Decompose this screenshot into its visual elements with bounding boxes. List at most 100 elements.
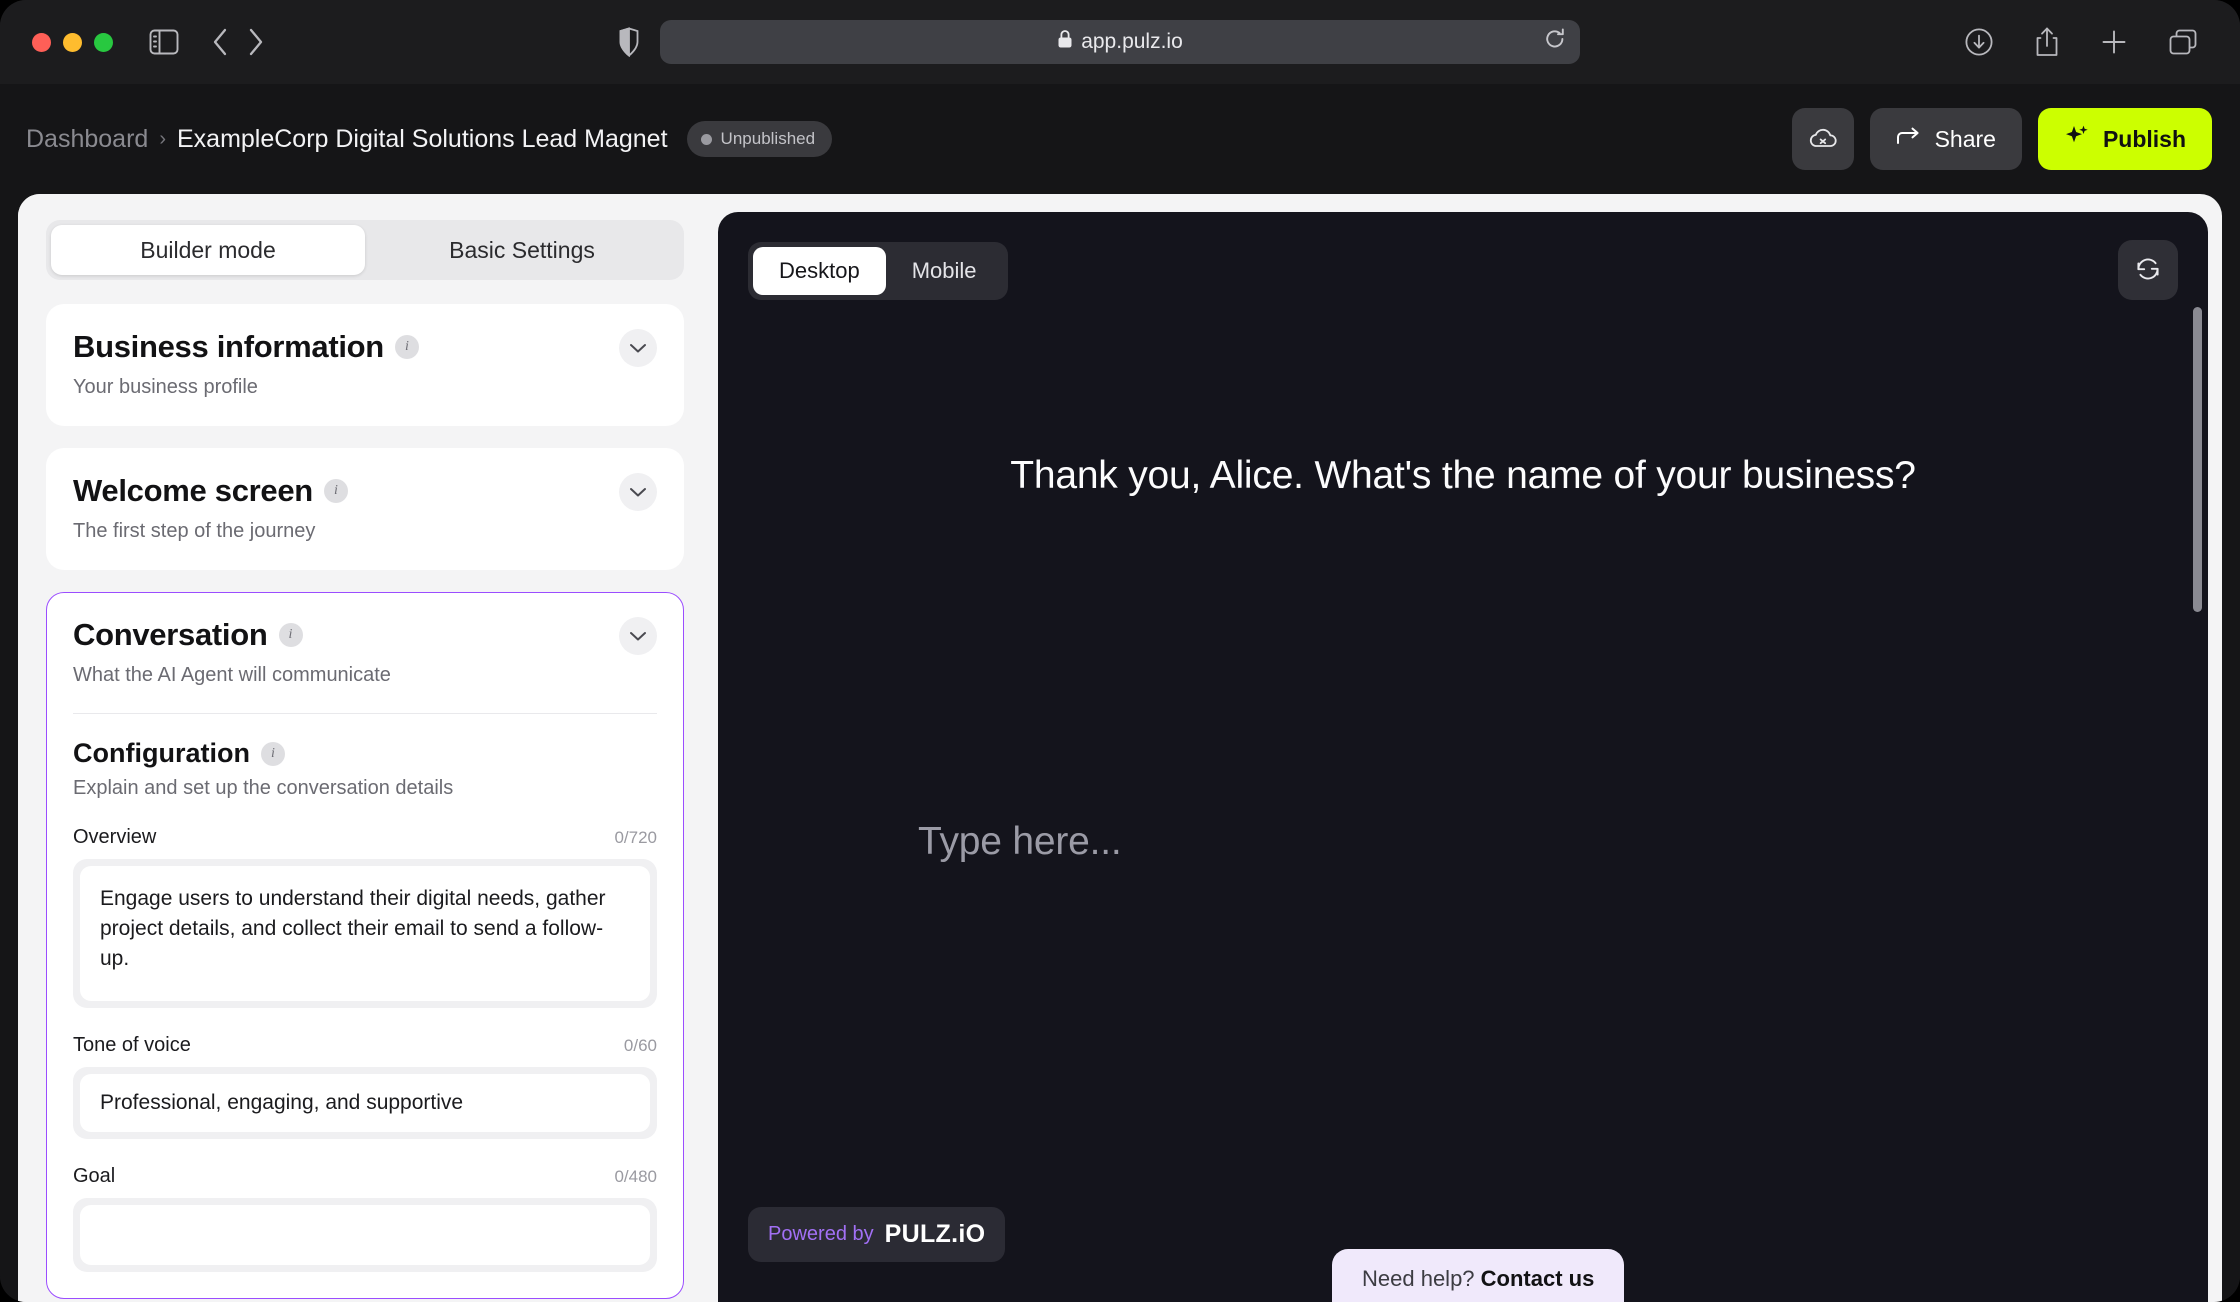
field-box: [73, 1198, 657, 1272]
lock-icon: [1057, 29, 1073, 55]
powered-by-badge[interactable]: Powered by PULZ.iO: [748, 1207, 1006, 1262]
browser-window: app.pulz.io Dashboard › ExampleCorp Digi…: [0, 0, 2240, 1302]
field-label-overview: Overview: [73, 826, 157, 848]
app-header: Dashboard › ExampleCorp Digital Solution…: [0, 84, 2240, 194]
info-icon[interactable]: i: [394, 335, 419, 359]
browser-right-actions: [1964, 26, 2212, 58]
breadcrumb-separator-icon: ›: [159, 127, 166, 150]
arrow-share-icon: [1896, 126, 1922, 153]
header-actions: Share Publish: [1791, 108, 2212, 170]
cloud-off-button[interactable]: [1791, 108, 1854, 170]
downloads-icon[interactable]: [1964, 27, 1994, 57]
powered-by-prefix: Powered by: [768, 1223, 874, 1245]
status-badge-label: Unpublished: [720, 129, 816, 148]
window-traffic-lights: [32, 32, 113, 52]
address-bar-container: app.pulz.io: [660, 20, 1580, 64]
field-label-goal: Goal: [73, 1165, 116, 1187]
card-divider: [73, 713, 657, 714]
card-header: Conversation i: [73, 617, 657, 655]
publish-button[interactable]: Publish: [2037, 108, 2212, 170]
status-dot-icon: [700, 133, 712, 145]
goal-textarea[interactable]: [80, 1205, 650, 1265]
tab-mobile[interactable]: Mobile: [886, 247, 1003, 295]
section-subtitle-configuration: Explain and set up the conversation deta…: [73, 777, 454, 799]
card-title-business-information: Business information: [73, 329, 384, 364]
card-title-welcome-screen: Welcome screen: [73, 473, 313, 508]
cloud-off-icon: [1808, 126, 1838, 153]
chat-input-area[interactable]: Type here...: [718, 820, 2208, 864]
minimize-window-button[interactable]: [63, 32, 82, 52]
info-icon[interactable]: i: [260, 741, 285, 766]
card-title-row: Welcome screen i: [73, 473, 348, 509]
field-header: Tone of voice 0/60: [73, 1034, 657, 1057]
plus-icon[interactable]: [2100, 28, 2128, 56]
device-tab-group: Desktop Mobile: [748, 242, 1008, 300]
builder-cards-scroll-area[interactable]: Business information i Your business pro…: [46, 304, 684, 1302]
field-header: Goal 0/480: [73, 1165, 657, 1188]
field-box: Professional, engaging, and supportive: [73, 1067, 657, 1139]
address-bar[interactable]: app.pulz.io: [660, 20, 1580, 64]
builder-panel: Builder mode Basic Settings Business inf…: [18, 194, 708, 1302]
tab-builder-mode[interactable]: Builder mode: [51, 225, 365, 275]
sparkle-icon: [2064, 123, 2090, 155]
card-conversation[interactable]: Conversation i What the AI Agent will co…: [46, 592, 684, 1299]
field-label-tone-of-voice: Tone of voice: [73, 1034, 191, 1056]
publish-button-label: Publish: [2102, 125, 2186, 152]
tab-desktop[interactable]: Desktop: [753, 247, 886, 295]
restart-preview-button[interactable]: [2118, 240, 2178, 300]
nav-arrows: [209, 26, 267, 58]
chevron-down-icon[interactable]: [619, 329, 657, 367]
url-text: app.pulz.io: [1081, 30, 1183, 53]
tab-basic-settings[interactable]: Basic Settings: [365, 225, 679, 275]
field-counter-goal: 0/480: [614, 1167, 657, 1186]
share-button-label: Share: [1934, 125, 1996, 152]
field-tone-of-voice: Tone of voice 0/60 Professional, engagin…: [73, 1034, 657, 1139]
card-subtitle-business-information: Your business profile: [73, 376, 258, 398]
breadcrumb: Dashboard › ExampleCorp Digital Solution…: [26, 121, 833, 157]
card-subtitle-welcome-screen: The first step of the journey: [73, 520, 316, 542]
reload-icon[interactable]: [1544, 27, 1566, 57]
chevron-down-icon[interactable]: [619, 617, 657, 655]
back-chevron-icon[interactable]: [209, 26, 231, 58]
field-counter-tone-of-voice: 0/60: [623, 1036, 657, 1055]
card-title-row: Business information i: [73, 329, 419, 365]
field-counter-overview: 0/720: [614, 828, 657, 847]
chat-input-placeholder[interactable]: Type here...: [918, 820, 2208, 864]
status-badge: Unpublished: [686, 121, 833, 157]
app-surface: Builder mode Basic Settings Business inf…: [18, 194, 2222, 1302]
card-header: Welcome screen i: [73, 473, 657, 511]
close-window-button[interactable]: [32, 32, 51, 52]
share-button[interactable]: Share: [1869, 108, 2022, 170]
tab-overview-icon[interactable]: [2168, 28, 2198, 56]
preview-scrollbar-thumb[interactable]: [2193, 307, 2202, 612]
tone-of-voice-input[interactable]: Professional, engaging, and supportive: [80, 1074, 650, 1132]
card-header: Business information i: [73, 329, 657, 367]
help-pill[interactable]: Need help? Contact us: [1332, 1249, 1625, 1302]
share-icon[interactable]: [2034, 26, 2060, 58]
info-icon[interactable]: i: [323, 479, 348, 503]
refresh-circle-icon: [2134, 255, 2162, 286]
breadcrumb-current-page: ExampleCorp Digital Solutions Lead Magne…: [176, 124, 668, 153]
field-overview: Overview 0/720 Engage users to understan…: [73, 826, 657, 1008]
info-icon[interactable]: i: [278, 623, 303, 647]
help-prefix-label: Need help?: [1362, 1266, 1481, 1291]
section-title-configuration: Configuration: [73, 738, 250, 768]
maximize-window-button[interactable]: [94, 32, 113, 52]
card-title-conversation: Conversation: [73, 617, 268, 652]
field-box: Engage users to understand their digital…: [73, 859, 657, 1008]
overview-textarea[interactable]: Engage users to understand their digital…: [80, 866, 650, 1001]
chevron-down-icon[interactable]: [619, 473, 657, 511]
configuration-title-row: Configuration i: [73, 738, 657, 769]
forward-chevron-icon[interactable]: [245, 26, 267, 58]
shield-privacy-icon[interactable]: [617, 27, 641, 57]
powered-by-brand: PULZ.iO: [884, 1220, 986, 1248]
preview-stage: Desktop Mobile Thank you, Alice. What's …: [718, 212, 2208, 1302]
card-welcome-screen[interactable]: Welcome screen i The first step of the j…: [46, 448, 684, 570]
contact-us-link[interactable]: Contact us: [1481, 1266, 1595, 1291]
app-body: Builder mode Basic Settings Business inf…: [0, 194, 2240, 1302]
card-business-information[interactable]: Business information i Your business pro…: [46, 304, 684, 426]
breadcrumb-dashboard-link[interactable]: Dashboard: [26, 125, 148, 154]
sidebar-toggle-icon[interactable]: [149, 29, 179, 55]
card-title-row: Conversation i: [73, 617, 303, 653]
card-subtitle-conversation: What the AI Agent will communicate: [73, 664, 391, 686]
